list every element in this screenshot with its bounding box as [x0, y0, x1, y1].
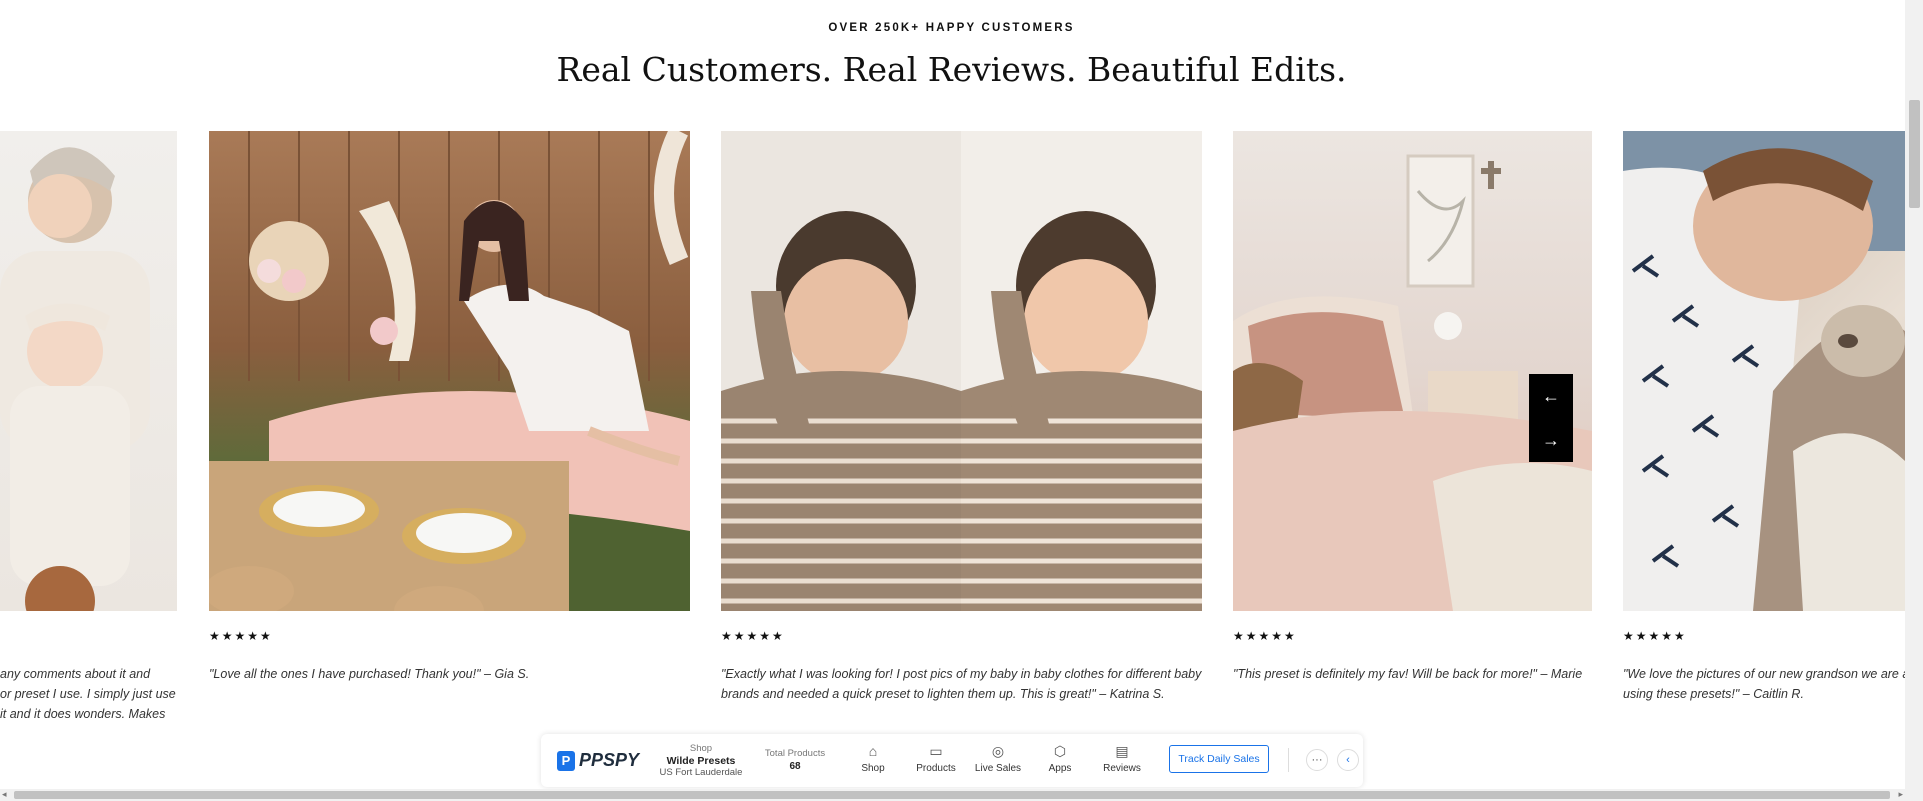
review-quote-line: "Love all the ones I have purchased! Tha… — [209, 667, 530, 681]
review-photo[interactable] — [0, 131, 177, 611]
review-photo-image — [1233, 154, 1592, 611]
review-quote-line: using these presets!" – Caitlin R. — [1623, 687, 1804, 701]
horizontal-scrollbar[interactable]: ◂ ▸ — [0, 789, 1905, 801]
ppspy-shop-info: Shop Wilde Presets US Fort Lauderdale — [653, 743, 749, 779]
review-quote-line: "Exactly what I was looking for! I post … — [721, 667, 1202, 681]
ppspy-nav-label: Apps — [1048, 763, 1072, 774]
section-title: Real Customers. Real Reviews. Beautiful … — [556, 50, 1347, 89]
vertical-scrollbar[interactable] — [1905, 0, 1923, 801]
review-quote-line: "This preset is definitely my fav! Will … — [1233, 667, 1583, 681]
review-quote-line: any comments about it and — [0, 667, 151, 681]
shop-name: Wilde Presets — [666, 755, 736, 767]
review-photo-image — [0, 147, 150, 611]
carousel-next-button[interactable]: → — [1529, 418, 1573, 462]
ppspy-logo-icon: P — [557, 750, 575, 771]
review-quote: "Love all the ones I have purchased! Tha… — [209, 664, 690, 684]
review-photo[interactable] — [209, 131, 690, 611]
scroll-right-icon[interactable]: ▸ — [1898, 789, 1903, 800]
shop-location: US Fort Lauderdale — [659, 767, 743, 778]
review-quote: "Exactly what I was looking for! I post … — [721, 664, 1221, 704]
collapse-toolbar-icon[interactable]: ‹ — [1337, 749, 1359, 771]
review-quote: any comments about it and or preset I us… — [0, 664, 180, 724]
horizontal-scrollbar-thumb[interactable] — [14, 791, 1890, 799]
review-photo[interactable] — [1623, 131, 1905, 611]
ppspy-nav-label: Live Sales — [974, 763, 1022, 774]
ppspy-nav-label: Reviews — [1103, 763, 1141, 774]
ppspy-nav-label: Products — [916, 763, 956, 774]
ppspy-total-products: Total Products 68 — [759, 747, 831, 773]
ppspy-toolbar: P PPSPY Shop Wilde Presets US Fort Laude… — [541, 734, 1363, 787]
toolbar-divider — [1288, 748, 1289, 772]
ppspy-nav-live-sales[interactable]: ◎ Live Sales — [968, 742, 1028, 774]
ppspy-nav-shop[interactable]: ⌂ Shop — [843, 742, 903, 774]
reviews-icon: ▤ — [1115, 743, 1129, 759]
total-products-label: Total Products — [764, 748, 826, 759]
carousel-prev-button[interactable]: ← — [1529, 374, 1573, 418]
live-sales-icon: ◎ — [991, 743, 1005, 759]
ppspy-nav-products[interactable]: ▭ Products — [906, 742, 966, 774]
ppspy-nav-apps[interactable]: ⬡ Apps — [1030, 742, 1090, 774]
review-stars: ★★★★★ — [721, 629, 785, 643]
review-photo-image — [209, 131, 690, 611]
ppspy-nav-reviews[interactable]: ▤ Reviews — [1092, 742, 1152, 774]
products-icon: ▭ — [929, 743, 943, 759]
scroll-left-icon[interactable]: ◂ — [2, 789, 7, 800]
review-quote-line: or preset I use. I simply just use — [0, 687, 176, 701]
review-quote-line: "We love the pictures of our new grandso… — [1623, 667, 1905, 681]
review-quote-line: brands and needed a quick preset to ligh… — [721, 687, 1165, 701]
more-options-icon[interactable]: ··· — [1306, 749, 1328, 771]
track-daily-sales-button[interactable]: Track Daily Sales — [1169, 745, 1269, 773]
review-quote-line: it and it does wonders. Makes — [0, 707, 166, 721]
review-stars: ★★★★★ — [1233, 629, 1297, 643]
total-products-value: 68 — [789, 761, 801, 772]
review-photo[interactable] — [721, 131, 1202, 611]
review-photo-image — [1623, 131, 1905, 611]
shop-label: Shop — [689, 743, 713, 754]
review-stars: ★★★★★ — [209, 629, 273, 643]
ppspy-logo[interactable]: P PPSPY — [557, 750, 639, 771]
review-quote: "We love the pictures of our new grandso… — [1623, 664, 1905, 704]
ppspy-nav-label: Shop — [861, 763, 885, 774]
review-stars: ★★★★★ — [1623, 629, 1687, 643]
review-quote: "This preset is definitely my fav! Will … — [1233, 664, 1633, 684]
vertical-scrollbar-thumb[interactable] — [1909, 100, 1920, 208]
apps-icon: ⬡ — [1053, 743, 1067, 759]
review-photo[interactable] — [1233, 131, 1592, 611]
store-icon: ⌂ — [868, 743, 878, 759]
review-photo-image — [721, 131, 1202, 611]
ppspy-logo-text: PPSPY — [579, 750, 640, 770]
section-eyebrow: OVER 250K+ HAPPY CUSTOMERS — [828, 22, 1075, 34]
